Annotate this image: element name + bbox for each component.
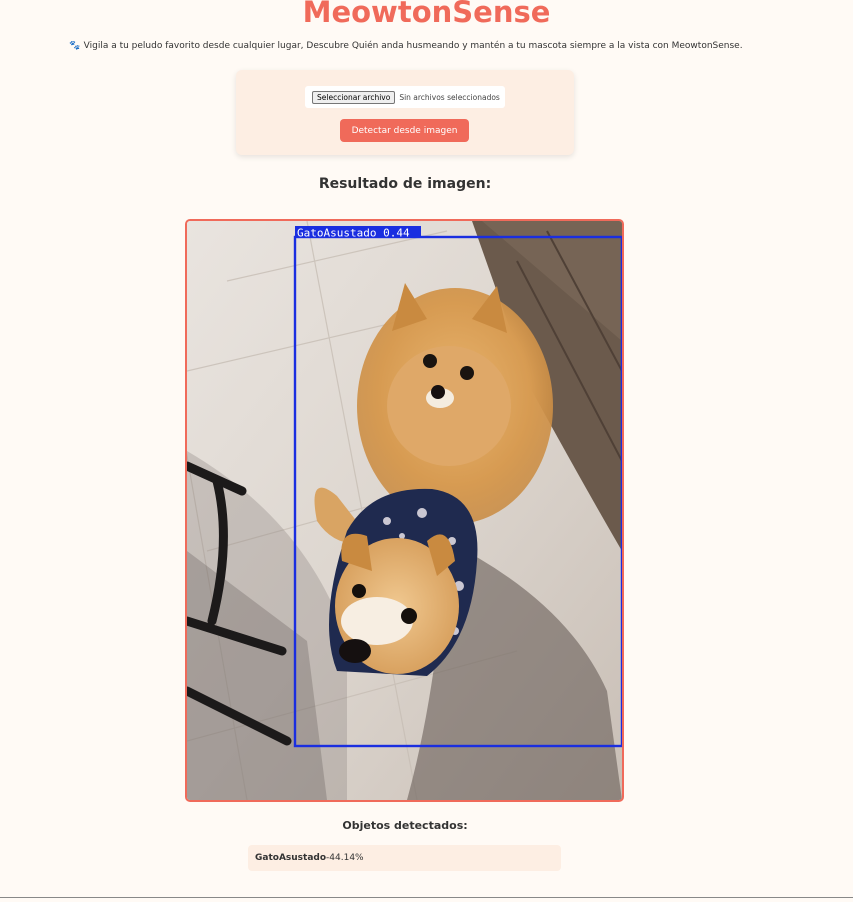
page-divider xyxy=(0,897,853,898)
file-input[interactable]: Seleccionar archivo Sin archivos selecci… xyxy=(305,86,505,108)
detections-heading: Objetos detectados: xyxy=(342,819,468,832)
result-image: GatoAsustado 0.44 xyxy=(185,219,624,802)
app-title: MeowtonSense xyxy=(302,0,551,29)
upload-card: Seleccionar archivo Sin archivos selecci… xyxy=(236,70,574,155)
detection-name: GatoAsustado xyxy=(255,853,327,863)
app-subtitle: 🐾 Vigila a tu peludo favorito desde cualq… xyxy=(0,41,812,51)
detection-confidence: 44.14% xyxy=(329,853,364,863)
bbox-label: GatoAsustado 0.44 xyxy=(297,227,410,240)
file-status-text: Sin archivos seleccionados xyxy=(399,92,500,102)
paw-icon: 🐾 xyxy=(69,41,81,51)
detect-image-button[interactable]: Detectar desde imagen xyxy=(340,119,469,142)
dogs-photo: GatoAsustado 0.44 xyxy=(187,221,622,800)
subtitle-text: Vigila a tu peludo favorito desde cualqu… xyxy=(83,41,743,51)
select-file-button[interactable]: Seleccionar archivo xyxy=(312,90,396,104)
detection-item: GatoAsustado - 44.14% xyxy=(248,845,561,871)
result-heading: Resultado de imagen: xyxy=(318,176,492,192)
